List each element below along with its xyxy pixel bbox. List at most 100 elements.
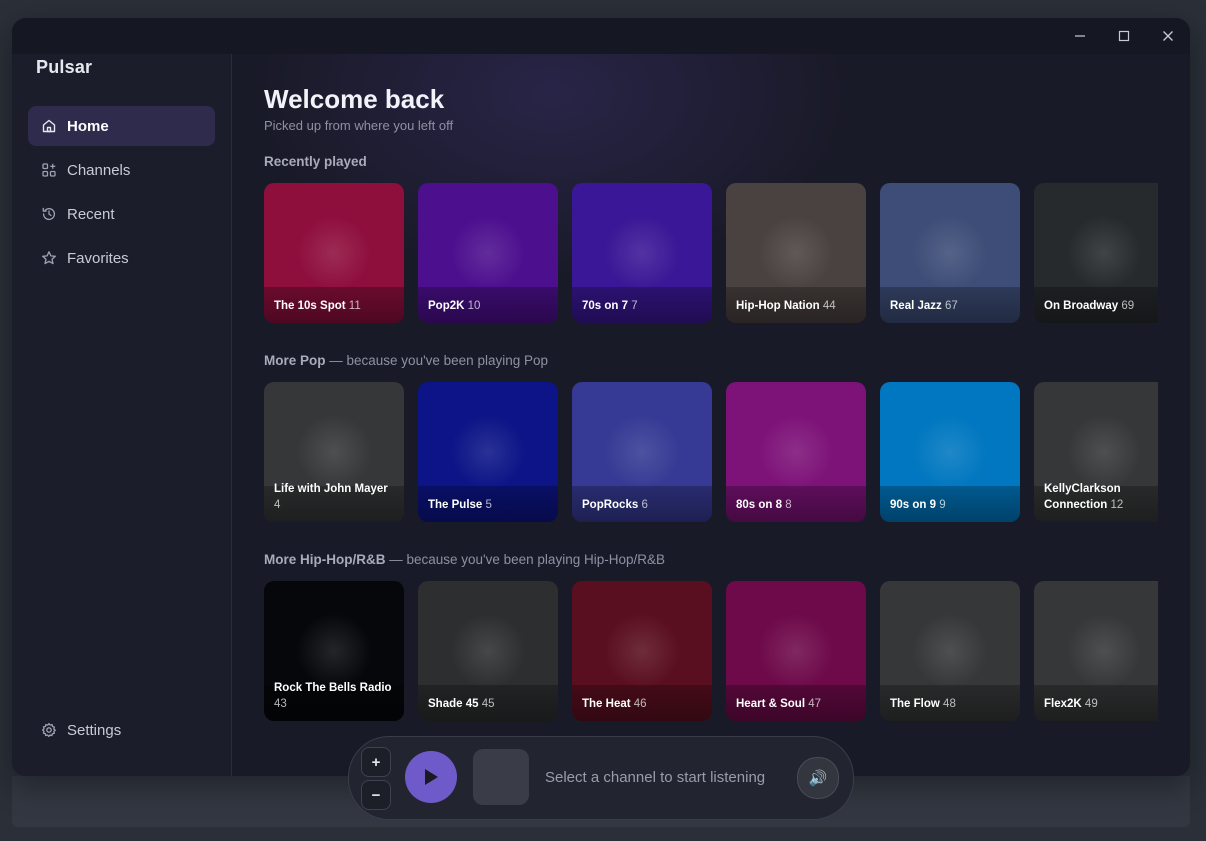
section-title-recently-played: Recently played [264,154,367,169]
page-title: Welcome back [264,84,445,114]
card-caption: 90s on 9 9 [890,497,1012,513]
channel-number: 44 [822,300,836,312]
channel-number: 10 [467,300,481,312]
sidebar-item-favorites[interactable]: Favorites [28,238,215,278]
channel-card[interactable]: Heart & Soul 47 [726,581,866,721]
card-caption: Shade 45 45 [428,696,550,712]
sidebar-item-label: Home [67,117,109,135]
history-icon [41,206,57,222]
channel-number: 9 [939,499,946,511]
channels-icon [41,162,57,178]
maximize-button[interactable] [1112,25,1136,47]
card-caption: The Flow 48 [890,696,1012,712]
card-caption: Real Jazz 67 [890,298,1012,314]
channel-name: 70s on 7 [582,300,629,312]
zoom-in-button[interactable]: + [361,747,391,777]
channel-name: 90s on 9 [890,499,937,511]
channel-card[interactable]: Shade 45 45 [418,581,558,721]
channel-card[interactable]: The 10s Spot 11 [264,183,404,323]
channel-name: Heart & Soul [736,698,806,710]
channel-card[interactable]: 70s on 7 7 [572,183,712,323]
section-title-more-pop: More Pop — because you've been playing P… [264,353,548,368]
star-icon [41,250,57,266]
minimize-icon [1075,35,1085,37]
channel-card[interactable]: KellyClarkson Connection 12 [1034,382,1158,522]
close-button[interactable] [1156,25,1180,47]
card-caption: Hip-Hop Nation 44 [736,298,858,314]
sidebar-item-channels[interactable]: Channels [28,150,215,190]
card-caption: The Pulse 5 [428,497,550,513]
channel-card[interactable]: 90s on 9 9 [880,382,1020,522]
main-content: Welcome back Picked up from where you le… [232,54,1190,776]
channel-number: 8 [785,499,792,511]
section-heading: More Pop [264,353,326,368]
channel-card[interactable]: The Heat 46 [572,581,712,721]
channel-card[interactable]: Life with John Mayer 4 [264,382,404,522]
card-caption: Heart & Soul 47 [736,696,858,712]
channel-card[interactable]: Rock The Bells Radio 43 [264,581,404,721]
card-caption: Flex2K 49 [1044,696,1158,712]
channel-card[interactable]: 80s on 8 8 [726,382,866,522]
channel-card[interactable]: Pop2K 10 [418,183,558,323]
channel-row: The 10s Spot 11 Pop2K 10 70s on 7 7 Hip-Hop… [264,183,1158,323]
volume-button[interactable]: 🔊 [797,757,839,799]
channel-card[interactable]: Flex2K 49 [1034,581,1158,721]
channel-name: Flex2K [1044,698,1082,710]
channel-name: The Heat [582,698,631,710]
card-caption: The 10s Spot 11 [274,298,396,314]
app-window: Pulsar Home Channels Recent Favorites Se… [12,18,1190,776]
card-caption: On Broadway 69 [1044,298,1158,314]
channel-name: On Broadway [1044,300,1119,312]
channel-card[interactable]: PopRocks 6 [572,382,712,522]
card-caption: KellyClarkson Connection 12 [1044,481,1158,513]
channel-number: 12 [1110,499,1124,511]
home-icon [41,118,57,134]
player-bar: + − Select a channel to start listening … [348,736,854,820]
zoom-out-button[interactable]: − [361,780,391,810]
channel-card[interactable]: The Pulse 5 [418,382,558,522]
title-bar [12,18,1190,54]
sidebar-item-label: Channels [67,161,131,179]
channel-card[interactable]: Hip-Hop Nation 44 [726,183,866,323]
card-caption: Rock The Bells Radio 43 [274,680,396,712]
gear-icon [41,722,57,738]
play-button[interactable] [405,751,457,803]
channel-number: 11 [348,300,361,312]
sidebar-item-recent[interactable]: Recent [28,194,215,234]
channel-name: Real Jazz [890,300,942,312]
sidebar-item-label: Favorites [67,249,129,267]
card-caption: The Heat 46 [582,696,704,712]
channel-card[interactable]: On Broadway 69 [1034,183,1158,323]
channel-number: 5 [485,499,492,511]
sidebar: Pulsar Home Channels Recent Favorites Se… [12,54,232,776]
channel-number: 49 [1084,698,1098,710]
channel-name: The Flow [890,698,940,710]
section-title-more-hiphop: More Hip-Hop/R&B — because you've been p… [264,552,665,567]
channel-card[interactable]: Real Jazz 67 [880,183,1020,323]
card-caption: PopRocks 6 [582,497,704,513]
volume-icon: 🔊 [808,770,828,787]
card-caption: Life with John Mayer 4 [274,481,396,513]
minimize-button[interactable] [1068,25,1092,47]
channel-card[interactable]: The Flow 48 [880,581,1020,721]
channel-name: Rock The Bells Radio [274,682,392,694]
page-subtitle: Picked up from where you left off [264,118,454,133]
sidebar-item-home[interactable]: Home [28,106,215,146]
channel-name: The 10s Spot [274,300,346,312]
channel-name: PopRocks [582,499,639,511]
now-playing-artwork [473,749,529,805]
app-name: Pulsar [36,57,93,77]
channel-number: 45 [481,698,495,710]
channel-number: 67 [944,300,958,312]
section-reason: — because you've been playing Hip-Hop/R&… [385,552,665,567]
channel-name: Shade 45 [428,698,479,710]
channel-number: 4 [274,499,281,511]
channel-number: 43 [274,698,287,710]
sidebar-item-settings[interactable]: Settings [28,710,215,750]
card-caption: Pop2K 10 [428,298,550,314]
channel-row: Rock The Bells Radio 43 Shade 45 45 The He… [264,581,1158,721]
section-heading: Recently played [264,154,367,169]
channel-name: 80s on 8 [736,499,783,511]
player-status: Select a channel to start listening [545,769,766,786]
channel-number: 47 [808,698,822,710]
